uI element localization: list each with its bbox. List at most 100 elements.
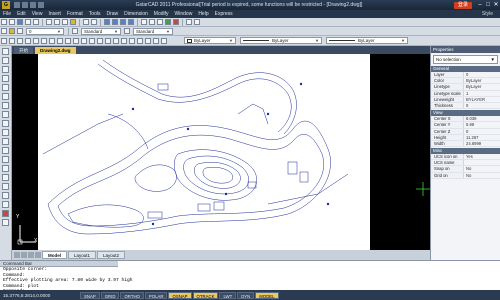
dim-style-icon[interactable]	[124, 28, 130, 34]
menu-draw[interactable]: Draw	[103, 11, 121, 17]
menu-express[interactable]: Express	[212, 11, 236, 17]
spline-icon[interactable]	[113, 37, 119, 44]
osnap-toggle[interactable]: OSNAP	[168, 291, 192, 299]
tool-palette-icon[interactable]	[157, 19, 163, 25]
draw-line-icon[interactable]	[1, 37, 7, 44]
lineweight-combo[interactable]: ByLayer ▼	[326, 37, 408, 44]
polar-toggle[interactable]: POLAR	[144, 291, 168, 299]
rectangle-tool-icon[interactable]	[2, 84, 9, 91]
polyline-tool-icon[interactable]	[2, 66, 9, 73]
dimension-icon[interactable]	[89, 37, 95, 44]
model-space-canvas[interactable]: Y X	[12, 54, 430, 250]
dyn-toggle[interactable]: DYN	[237, 291, 255, 299]
table-tool-icon[interactable]	[2, 201, 9, 208]
tab-layout1[interactable]: Layout1	[68, 251, 97, 259]
menu-insert[interactable]: Insert	[45, 11, 64, 17]
new-file-icon[interactable]	[1, 19, 7, 25]
match-properties-icon[interactable]	[70, 19, 76, 25]
paste-icon[interactable]	[62, 19, 68, 25]
tab-model[interactable]: Model	[42, 251, 67, 259]
ellipse-icon[interactable]	[121, 37, 127, 44]
text-style-combo[interactable]: Standard ▼	[81, 27, 121, 35]
prev-layout-icon[interactable]	[21, 252, 27, 258]
style-menu[interactable]: Style	[479, 11, 496, 17]
login-button[interactable]: 登录	[453, 1, 472, 9]
zoom-previous-icon[interactable]	[128, 19, 134, 25]
spline-tool-icon[interactable]	[2, 120, 9, 127]
next-layout-icon[interactable]	[28, 252, 34, 258]
menu-dimension[interactable]: Dimension	[121, 11, 151, 17]
redo-icon[interactable]	[91, 19, 97, 25]
maximize-button[interactable]: □	[484, 1, 492, 9]
save-file-icon[interactable]	[17, 19, 23, 25]
revision-cloud-icon[interactable]	[2, 111, 9, 118]
otrack-toggle[interactable]: OTRACK	[192, 291, 219, 299]
property-row[interactable]: Thickness 0	[431, 102, 500, 110]
xline-icon[interactable]	[161, 37, 167, 44]
layer-manager-icon[interactable]	[186, 19, 192, 25]
wipeout-icon[interactable]	[145, 37, 151, 44]
menu-help[interactable]: Help	[195, 11, 211, 17]
linetype-combo[interactable]: ByLayer ▼	[240, 37, 322, 44]
insert-block-tool-icon[interactable]	[2, 147, 9, 154]
open-icon[interactable]	[22, 2, 28, 8]
menu-window[interactable]: Window	[172, 11, 196, 17]
layer-freeze-icon[interactable]	[17, 28, 23, 34]
print-icon[interactable]	[25, 19, 31, 25]
snap-toggle[interactable]: SNAP	[80, 291, 100, 299]
line-tool-icon[interactable]	[2, 48, 9, 55]
cut-icon[interactable]	[46, 19, 52, 25]
close-button[interactable]: ✕	[492, 1, 500, 9]
save-icon[interactable]	[30, 2, 36, 8]
region-tool-icon[interactable]	[2, 192, 9, 199]
point-tool-icon[interactable]	[2, 165, 9, 172]
zoom-window-icon[interactable]	[120, 19, 126, 25]
block-icon[interactable]	[57, 37, 63, 44]
first-layout-icon[interactable]	[14, 252, 20, 258]
layer-previous-icon[interactable]	[194, 19, 200, 25]
selection-combo[interactable]: No selection ▼	[433, 55, 498, 64]
hatch-tool-icon[interactable]	[2, 174, 9, 181]
text-style-icon[interactable]	[72, 28, 78, 34]
open-file-icon[interactable]	[9, 19, 15, 25]
app-logo-icon[interactable]: G	[2, 1, 10, 9]
ellipse-arc-icon[interactable]	[2, 138, 9, 145]
point-icon[interactable]	[105, 37, 111, 44]
ellipse-tool-icon[interactable]	[2, 129, 9, 136]
zoom-realtime-icon[interactable]	[112, 19, 118, 25]
new-icon[interactable]	[14, 2, 20, 8]
polygon-tool-icon[interactable]	[2, 75, 9, 82]
menu-file[interactable]: File	[0, 11, 14, 17]
ortho-toggle[interactable]: ORTHO	[120, 291, 144, 299]
copy-icon[interactable]	[54, 19, 60, 25]
last-layout-icon[interactable]	[35, 252, 41, 258]
make-block-icon[interactable]	[2, 156, 9, 163]
menu-tools[interactable]: Tools	[86, 11, 104, 17]
pan-icon[interactable]	[104, 19, 110, 25]
dim-style-combo[interactable]: Standard ▼	[133, 27, 173, 35]
tab-layout2[interactable]: Layout2	[97, 251, 126, 259]
design-center-icon[interactable]	[149, 19, 155, 25]
menu-view[interactable]: View	[29, 11, 46, 17]
menu-modify[interactable]: Modify	[151, 11, 172, 17]
color-combo[interactable]: ByLayer ▼	[184, 37, 236, 44]
text-icon[interactable]	[49, 37, 55, 44]
gradient-tool-icon[interactable]	[2, 183, 9, 190]
tab-start[interactable]: 开始	[14, 47, 33, 54]
add-selected-icon[interactable]	[2, 219, 9, 226]
draw-circle-icon[interactable]	[17, 37, 23, 44]
circle-tool-icon[interactable]	[2, 102, 9, 109]
revcloud-icon[interactable]	[153, 37, 159, 44]
arc-tool-icon[interactable]	[2, 93, 9, 100]
help-icon[interactable]	[173, 19, 179, 25]
undo-icon[interactable]	[83, 19, 89, 25]
layer-state-icon[interactable]	[1, 28, 7, 34]
property-row[interactable]: Grid on No	[431, 172, 500, 179]
model-toggle[interactable]: MODEL	[255, 291, 279, 299]
mtext-icon[interactable]	[129, 37, 135, 44]
minimize-button[interactable]: –	[476, 1, 484, 9]
draw-rectangle-icon[interactable]	[33, 37, 39, 44]
property-row[interactable]: Width 24.6999	[431, 140, 500, 148]
menu-edit[interactable]: Edit	[14, 11, 29, 17]
insert-block-icon[interactable]	[65, 37, 71, 44]
